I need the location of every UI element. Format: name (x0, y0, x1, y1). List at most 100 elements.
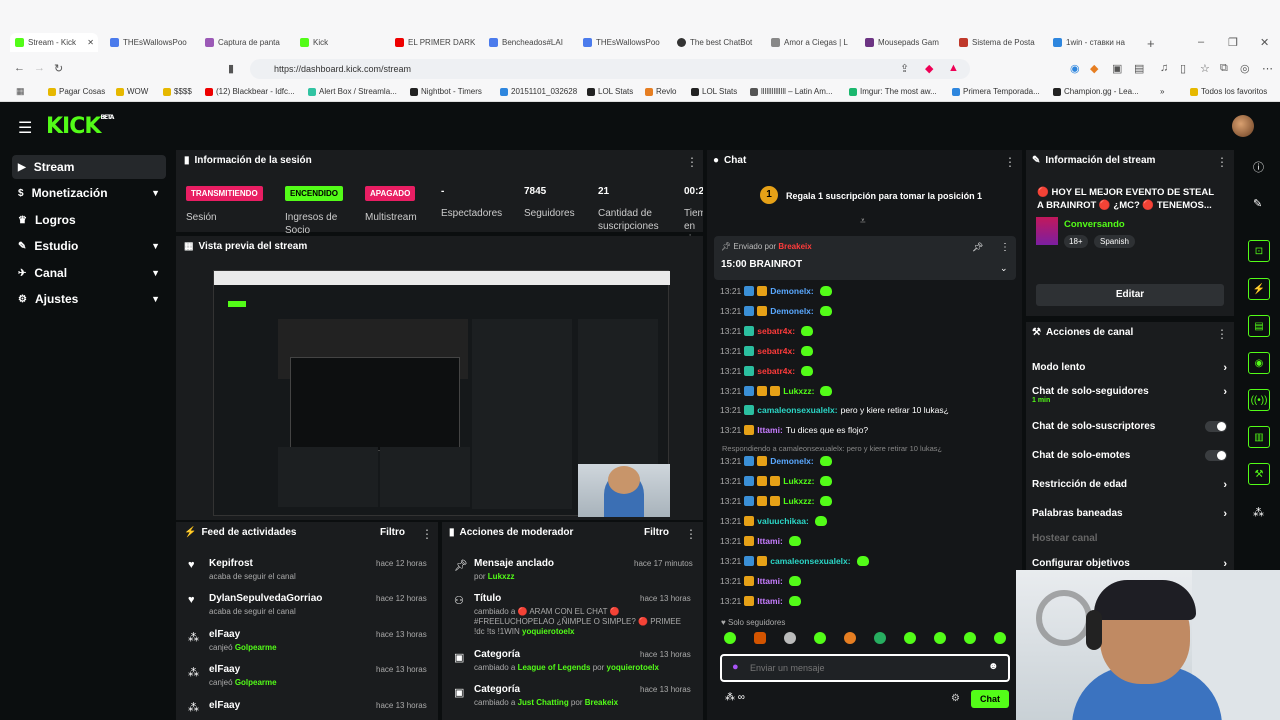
banned-words-item[interactable]: Palabras baneadas › (1032, 508, 1227, 520)
maximize-icon[interactable]: ❐ (1228, 36, 1238, 49)
tab[interactable]: Sistema de Posta (959, 34, 1039, 51)
sidebar-item-monetizacion[interactable]: $ Monetización ▼ (12, 181, 166, 205)
layout-icon[interactable]: ▥ (1248, 426, 1270, 448)
minimize-icon[interactable]: – (1198, 36, 1204, 48)
reload-icon[interactable]: ↻ (54, 62, 63, 75)
chat-message[interactable]: 13:21 camaleonsexualelx: (720, 556, 869, 566)
sidebar-item-estudio[interactable]: ✎ Estudio ▼ (12, 234, 166, 258)
emote-icon[interactable] (994, 632, 1006, 644)
followers-only-item[interactable]: Chat de solo-seguidores › 1 min (1032, 386, 1227, 404)
emotes-only-item[interactable]: Chat de solo-emotes (1032, 450, 1227, 461)
chat-message[interactable]: 13:21 Ittami: (720, 596, 801, 606)
send-chat-button[interactable]: Chat (971, 690, 1009, 708)
emote-icon[interactable] (934, 632, 946, 644)
feed-user[interactable]: elFaay (209, 664, 240, 675)
points-icon[interactable]: ⁂ ∞ (725, 692, 745, 703)
bookmark-item[interactable]: Nightbot - Timers (410, 87, 482, 96)
age-restriction-item[interactable]: Restricción de edad › (1032, 479, 1227, 491)
chat-username[interactable]: Ittami: (757, 576, 783, 586)
gear-icon[interactable]: ⚙ (951, 693, 960, 704)
feed-user[interactable]: elFaay (209, 629, 240, 640)
wrench-icon[interactable]: ⚒ (1248, 463, 1270, 485)
chat-username[interactable]: Lukxzz: (783, 496, 814, 506)
emotes-only-toggle[interactable] (1205, 450, 1227, 461)
emote-icon[interactable] (874, 632, 886, 644)
chat-username[interactable]: camaleonsexualelx: (770, 556, 850, 566)
more-options-icon[interactable]: ⋮ (1000, 242, 1010, 253)
tab[interactable]: Captura de panta (205, 34, 285, 51)
chat-username[interactable]: Ittami: (757, 536, 783, 546)
host-channel-item[interactable]: Hostear canal (1032, 533, 1227, 544)
more-options-icon[interactable]: ⋮ (685, 527, 697, 541)
close-icon[interactable]: ✕ (87, 38, 94, 47)
expand-icon[interactable]: ⩡ (860, 216, 866, 227)
chat-username[interactable]: Demonelx: (770, 286, 813, 296)
chat-message[interactable]: 13:21 camaleonsexualelx: pero y kiere reti… (720, 405, 949, 415)
collections-icon[interactable]: ⧉ (1220, 62, 1228, 75)
sidebar-icon[interactable]: ▯ (1180, 62, 1186, 75)
apps-icon[interactable]: ▦ (16, 86, 25, 97)
unpin-icon[interactable]: 📌︎ (972, 242, 983, 253)
tab[interactable]: Amor a Ciegas | L (771, 34, 851, 51)
hamburger-icon[interactable]: ☰ (18, 118, 32, 138)
mod-user[interactable]: yoquierotoelx (607, 663, 659, 672)
sidebar-item-stream[interactable]: ▶ Stream (12, 155, 166, 179)
sidebar-item-logros[interactable]: ♛ Logros (12, 208, 166, 232)
emote-icon[interactable] (904, 632, 916, 644)
more-options-icon[interactable]: ⋮ (1216, 327, 1228, 341)
extension-icon[interactable]: ◆ (925, 62, 933, 75)
chat-username[interactable]: sebatr4x: (757, 346, 795, 356)
bookmark-item[interactable]: llllllllllllll – Latin Am... (750, 87, 833, 96)
media-icon[interactable]: ♫ (1160, 62, 1168, 74)
back-icon[interactable]: ← (14, 62, 25, 74)
emote-icon[interactable] (724, 632, 736, 644)
bookmark-item[interactable]: Pagar Cosas (48, 87, 105, 96)
subs-only-toggle[interactable] (1205, 421, 1227, 432)
chat-username[interactable]: Ittami: (757, 425, 783, 435)
extension-icon[interactable]: ◉ (1070, 62, 1080, 75)
bookmark-item[interactable]: WOW (116, 87, 148, 96)
chat-message[interactable]: 13:21 sebatr4x: (720, 326, 814, 336)
chat-message[interactable]: 13:21 Demonelx: (720, 286, 832, 296)
bookmark-item[interactable]: Alert Box / Streamla... (308, 87, 397, 96)
chat-username[interactable]: valuuchikaa: (757, 516, 809, 526)
chat-username[interactable]: Ittami: (757, 596, 783, 606)
bookmark-item[interactable]: LOL Stats (587, 87, 633, 96)
stream-preview-video[interactable] (213, 270, 670, 517)
info-icon[interactable]: ⓘ (1253, 159, 1264, 175)
subs-only-item[interactable]: Chat de solo-suscriptores (1032, 421, 1227, 432)
extension-icon[interactable]: ◆ (1090, 62, 1098, 75)
feed-user[interactable]: DylanSepulvedaGorriao (209, 593, 322, 604)
game-name[interactable]: League of Legends (518, 663, 591, 672)
coin-icon[interactable]: ⁂ (1253, 506, 1264, 519)
sidebar-item-canal[interactable]: ✈ Canal ▼ (12, 261, 166, 285)
emote-icon[interactable] (964, 632, 976, 644)
chat-bubble-icon[interactable]: ◉ (1248, 352, 1270, 374)
bookmark-item[interactable]: Imgur: The most aw... (849, 87, 937, 96)
extension-icon[interactable]: ▣ (1112, 62, 1122, 75)
favorites-icon[interactable]: ☆ (1200, 62, 1210, 75)
tab[interactable]: Bencheados#LAI (489, 34, 569, 51)
feed-user[interactable]: Kepifrost (209, 558, 253, 569)
mic-icon[interactable]: ● (732, 661, 739, 673)
chat-message[interactable]: 13:21 Ittami: Tu dices que es flojo? (720, 425, 868, 435)
chat-username[interactable]: camaleonsexualelx: (757, 405, 837, 415)
slow-mode-item[interactable]: Modo lento › (1032, 362, 1227, 374)
more-options-icon[interactable]: ⋮ (686, 155, 698, 169)
tab[interactable]: 1win - ставки на (1053, 34, 1133, 51)
feed-user[interactable]: elFaay (209, 700, 240, 711)
tab[interactable]: THEsWallowsPoo (110, 34, 190, 51)
profile-icon[interactable]: ◎ (1240, 62, 1250, 75)
chat-message[interactable]: 13:21 sebatr4x: (720, 346, 814, 356)
new-tab-icon[interactable]: + (1147, 36, 1155, 51)
edit-button[interactable]: Editar (1036, 284, 1224, 306)
chat-username[interactable]: Lukxzz: (783, 386, 814, 396)
bookmark-item[interactable]: (12) Blackbear - Idfc... (205, 87, 295, 96)
close-window-icon[interactable]: ✕ (1260, 36, 1269, 49)
chat-message[interactable]: 13:21 Lukxzz: (720, 496, 833, 506)
extension-icon[interactable]: ▲ (948, 62, 959, 74)
tab[interactable]: EL PRIMER DARK (395, 34, 475, 51)
emoji-icon[interactable]: ☻ (988, 661, 999, 672)
chat-message[interactable]: 13:21 Ittami: (720, 536, 801, 546)
feed-filter-button[interactable]: Filtro (380, 527, 405, 538)
